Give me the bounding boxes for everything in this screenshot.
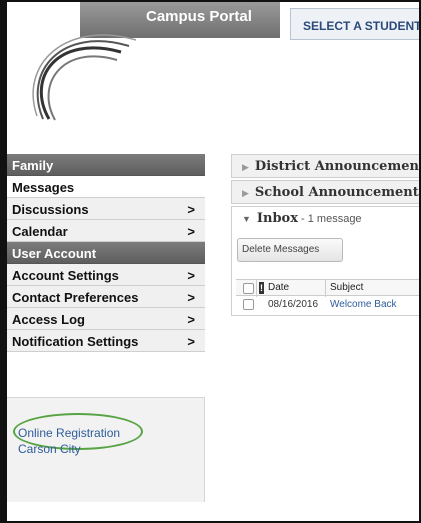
sidebar-item-discussions[interactable]: Discussions >: [7, 198, 205, 220]
sidebar-item-label: Notification Settings: [12, 334, 139, 349]
sidebar-item-calendar[interactable]: Calendar >: [7, 220, 205, 242]
select-all-checkbox[interactable]: [243, 283, 254, 294]
column-divider: [325, 280, 326, 297]
sidebar-item-contact-preferences[interactable]: Contact Preferences >: [7, 286, 205, 308]
inbox-title: Inbox: [256, 211, 298, 226]
chevron-right-icon: >: [187, 312, 195, 327]
inbox-panel: ▼ Inbox - 1 message Delete Messages ! Dat…: [231, 206, 419, 316]
row-checkbox[interactable]: [243, 299, 254, 310]
main-content: ▶ District Announcements ▶ School Announce…: [231, 154, 421, 316]
chevron-right-icon: >: [187, 290, 195, 305]
carson-city-link[interactable]: Carson City: [18, 442, 81, 456]
sidebar-item-label: Messages: [12, 180, 75, 195]
sidebar-item-access-log[interactable]: Access Log >: [7, 308, 205, 330]
district-announcements-toggle[interactable]: ▶ District Announcements: [231, 154, 421, 178]
sidebar-links-panel: Online Registration Carson City: [7, 397, 205, 502]
portal-window: Campus Portal SELECT A STUDENT Family Me…: [0, 0, 421, 523]
chevron-right-icon: >: [187, 334, 195, 349]
column-divider: [256, 280, 257, 297]
caret-right-icon: ▶: [242, 163, 249, 173]
sidebar-item-messages[interactable]: Messages: [7, 176, 205, 198]
select-student-tab[interactable]: SELECT A STUDENT: [290, 8, 419, 40]
priority-icon: !: [259, 282, 264, 294]
table-header-row: ! Date Subject: [236, 279, 419, 297]
school-announcements-toggle[interactable]: ▶ School Announcements: [231, 180, 421, 204]
chevron-right-icon: >: [187, 202, 195, 217]
message-subject-link[interactable]: Welcome Back: [330, 299, 397, 310]
online-registration-link[interactable]: Online Registration: [18, 426, 120, 440]
sidebar-item-label: Access Log: [12, 312, 85, 327]
sidebar-item-label: Discussions: [12, 202, 89, 217]
sidebar-header-user-account: User Account: [7, 242, 205, 264]
message-date: 08/16/2016: [268, 299, 319, 310]
sidebar-header-family: Family: [7, 154, 205, 176]
sidebar-item-label: Calendar: [12, 224, 68, 239]
district-announcements-title: District Announcements: [254, 159, 421, 174]
messages-table: ! Date Subject 08/16/2016 Welcome Back: [236, 279, 419, 314]
caret-right-icon: ▶: [242, 189, 249, 199]
delete-messages-button[interactable]: Delete Messages: [237, 238, 343, 262]
sidebar-item-account-settings[interactable]: Account Settings >: [7, 264, 205, 286]
sidebar-item-label: Contact Preferences: [12, 290, 139, 305]
date-column-header[interactable]: Date: [268, 282, 289, 293]
inbox-header[interactable]: ▼ Inbox - 1 message: [232, 207, 419, 231]
campus-logo-icon: [32, 34, 137, 121]
sidebar-item-notification-settings[interactable]: Notification Settings >: [7, 330, 205, 352]
inbox-message-count: - 1 message: [297, 213, 362, 225]
chevron-right-icon: >: [187, 268, 195, 283]
sidebar-nav: Family Messages Discussions > Calendar >…: [7, 154, 205, 352]
caret-down-icon: ▼: [242, 214, 251, 224]
sidebar-item-label: Account Settings: [12, 268, 119, 283]
table-row[interactable]: 08/16/2016 Welcome Back: [236, 296, 419, 314]
chevron-right-icon: >: [187, 224, 195, 239]
subject-column-header[interactable]: Subject: [330, 282, 363, 293]
school-announcements-title: School Announcements: [254, 185, 421, 200]
